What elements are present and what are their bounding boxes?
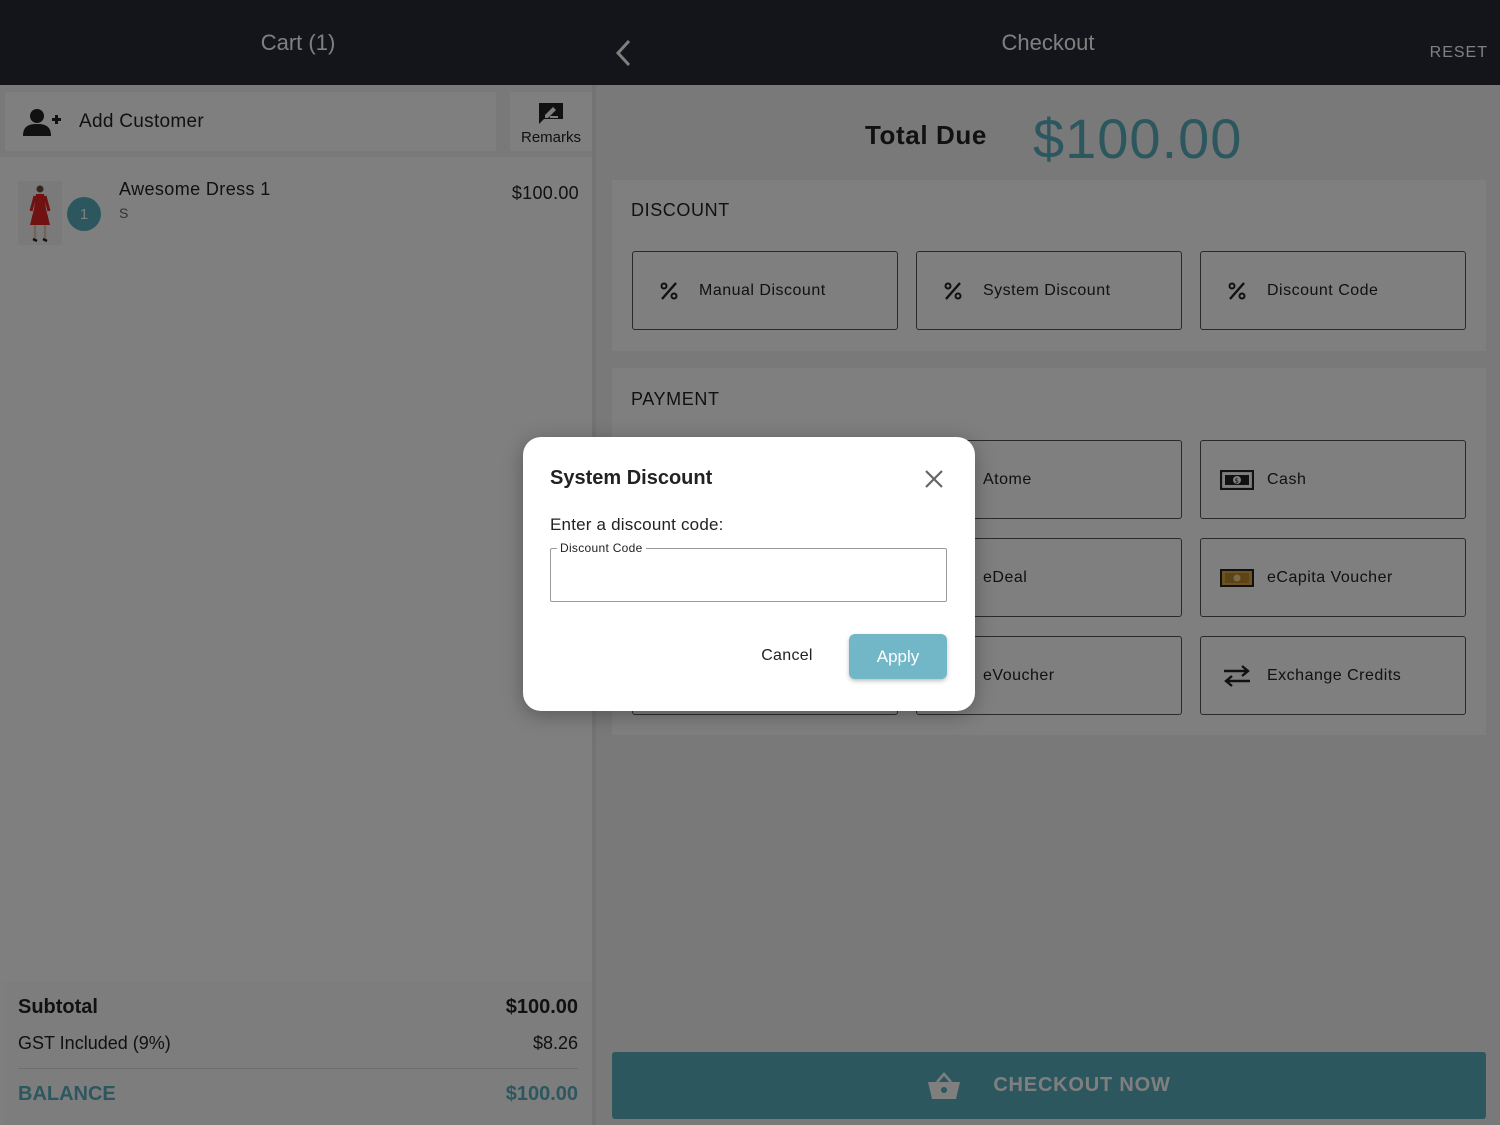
system-discount-dialog: System Discount Enter a discount code: D… [523, 437, 975, 711]
close-icon[interactable] [923, 468, 945, 490]
discount-code-input[interactable] [561, 563, 936, 589]
apply-button[interactable]: Apply [849, 634, 947, 679]
discount-code-field-label: Discount Code [557, 541, 646, 555]
dialog-title: System Discount [550, 467, 713, 489]
discount-code-field: Discount Code [550, 541, 947, 602]
dialog-prompt: Enter a discount code: [550, 515, 724, 534]
cancel-button[interactable]: Cancel [748, 634, 826, 678]
